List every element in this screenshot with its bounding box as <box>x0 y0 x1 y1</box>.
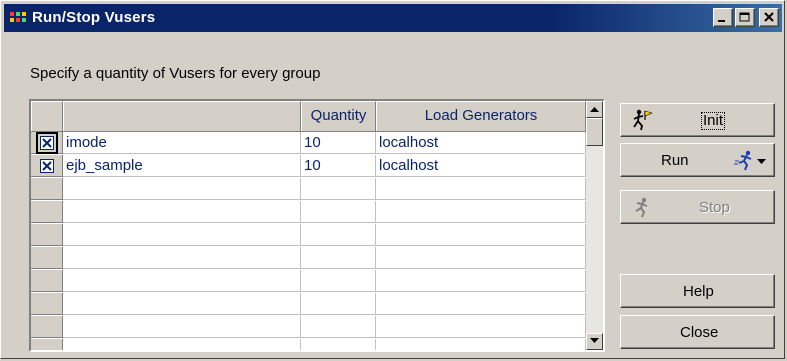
group-name-cell[interactable] <box>63 201 301 223</box>
row-checkbox-cell <box>31 132 63 154</box>
group-name-cell[interactable]: ejb_sample <box>63 155 301 177</box>
load-generator-cell[interactable] <box>376 247 586 269</box>
run-button[interactable]: Run <box>620 143 775 177</box>
window-title: Run/Stop Vusers <box>32 9 156 26</box>
header-group-column[interactable] <box>63 101 301 131</box>
help-label: Help <box>683 283 714 300</box>
load-generator-cell[interactable] <box>376 224 586 246</box>
grid-header-row: Quantity Load Generators <box>31 101 586 132</box>
group-enabled-checkbox[interactable] <box>36 132 58 154</box>
group-name-cell[interactable] <box>63 293 301 315</box>
group-name-cell[interactable]: imode <box>63 132 301 154</box>
arrow-down-icon <box>590 338 599 343</box>
close-icon <box>764 12 774 22</box>
scroll-down-button[interactable] <box>586 333 603 350</box>
row-checkbox-cell <box>31 178 63 200</box>
empty-table-row[interactable] <box>31 224 586 246</box>
row-checkbox-cell <box>31 155 63 177</box>
stopped-runner-icon <box>635 197 648 218</box>
vertical-scrollbar[interactable] <box>586 101 603 350</box>
empty-table-row[interactable] <box>31 201 586 223</box>
group-enabled-checkbox[interactable] <box>40 159 54 173</box>
quantity-cell[interactable] <box>301 201 376 223</box>
minimize-icon <box>718 20 725 22</box>
grid-body: Quantity Load Generators imode 10 localhos… <box>31 101 586 350</box>
load-generator-cell[interactable] <box>376 316 586 338</box>
quantity-cell[interactable]: 10 <box>301 132 376 154</box>
row-checkbox-cell <box>31 316 63 338</box>
close-button[interactable]: Close <box>620 315 775 349</box>
quantity-cell[interactable]: 10 <box>301 155 376 177</box>
quantity-cell[interactable] <box>301 224 376 246</box>
header-checkbox-column <box>31 101 63 131</box>
quantity-cell[interactable] <box>301 316 376 338</box>
group-name-cell[interactable] <box>63 339 301 350</box>
quantity-cell[interactable] <box>301 339 376 350</box>
quantity-cell[interactable] <box>301 293 376 315</box>
empty-table-row[interactable] <box>31 293 586 315</box>
run-stop-vusers-dialog: Run/Stop Vusers Specify a quantity of Vu… <box>0 0 785 359</box>
group-name-cell[interactable] <box>63 247 301 269</box>
row-checkbox-cell <box>31 224 63 246</box>
maximize-icon <box>739 12 750 22</box>
minimize-button[interactable] <box>713 8 733 27</box>
close-window-button[interactable] <box>759 8 779 27</box>
running-man-icon <box>734 150 752 171</box>
empty-table-row[interactable] <box>31 316 586 338</box>
maximize-button[interactable] <box>735 8 755 27</box>
group-name-cell[interactable] <box>63 178 301 200</box>
load-generator-cell[interactable] <box>376 339 586 350</box>
empty-table-row[interactable] <box>31 339 586 350</box>
stop-label: Stop <box>699 199 730 216</box>
load-generator-cell[interactable] <box>376 201 586 223</box>
arrow-up-icon <box>590 107 599 112</box>
row-checkbox-cell <box>31 247 63 269</box>
table-row[interactable]: ejb_sample 10 localhost <box>31 155 586 177</box>
quantity-cell[interactable] <box>301 270 376 292</box>
row-checkbox-cell <box>31 270 63 292</box>
run-label: Run <box>661 152 689 169</box>
table-row[interactable]: imode 10 localhost <box>31 132 586 154</box>
header-load-generators[interactable]: Load Generators <box>376 101 586 131</box>
group-name-cell[interactable] <box>63 270 301 292</box>
row-checkbox-cell <box>31 339 63 350</box>
empty-table-row[interactable] <box>31 270 586 292</box>
check-x-icon <box>42 161 52 171</box>
load-generator-cell[interactable] <box>376 293 586 315</box>
init-label: Init <box>701 112 726 130</box>
title-bar[interactable]: Run/Stop Vusers <box>4 4 782 32</box>
quantity-cell[interactable] <box>301 247 376 269</box>
load-generator-cell[interactable]: localhost <box>376 132 586 154</box>
stop-button[interactable]: Stop <box>620 190 775 224</box>
header-quantity[interactable]: Quantity <box>301 101 376 131</box>
load-generator-cell[interactable] <box>376 270 586 292</box>
empty-table-row[interactable] <box>31 247 586 269</box>
row-checkbox-cell <box>31 201 63 223</box>
quantity-cell[interactable] <box>301 178 376 200</box>
app-icon <box>10 12 26 22</box>
load-generator-cell[interactable]: localhost <box>376 155 586 177</box>
instruction-text: Specify a quantity of Vusers for every g… <box>30 65 321 82</box>
help-button[interactable]: Help <box>620 274 775 308</box>
load-generator-cell[interactable] <box>376 178 586 200</box>
dropdown-arrow-icon[interactable] <box>757 159 766 164</box>
vuser-groups-grid: Quantity Load Generators imode 10 localhos… <box>29 99 605 352</box>
runner-flag-icon <box>633 109 653 131</box>
group-name-cell[interactable] <box>63 224 301 246</box>
empty-table-row[interactable] <box>31 178 586 200</box>
scroll-thumb[interactable] <box>586 118 603 146</box>
scroll-up-button[interactable] <box>586 101 603 118</box>
init-button[interactable]: Init <box>620 103 775 137</box>
group-name-cell[interactable] <box>63 316 301 338</box>
row-checkbox-cell <box>31 293 63 315</box>
check-x-icon <box>42 138 52 148</box>
close-label: Close <box>680 324 719 341</box>
